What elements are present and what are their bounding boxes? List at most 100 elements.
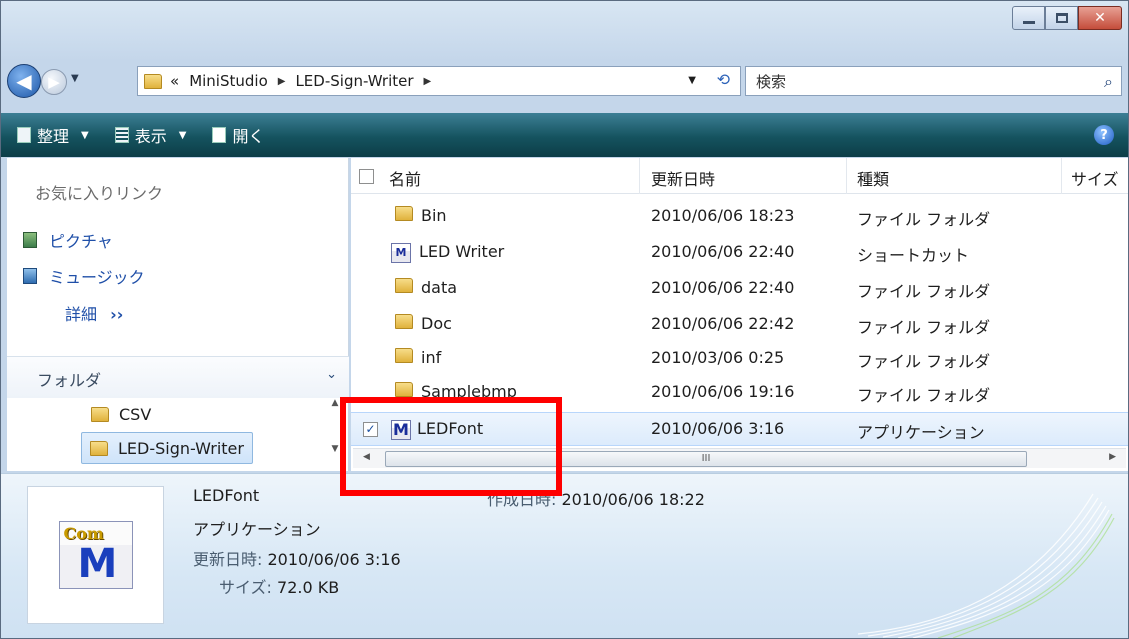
file-row[interactable]: data 2010/06/06 22:40 ファイル フォルダ bbox=[351, 272, 1128, 306]
close-button[interactable]: ✕ bbox=[1078, 6, 1122, 30]
refresh-icon[interactable]: ⟲ bbox=[717, 70, 730, 89]
maximize-icon bbox=[1055, 13, 1068, 23]
chevron-down-icon: ▼ bbox=[178, 129, 187, 141]
organize-label: 整理 bbox=[37, 127, 70, 146]
file-row[interactable]: Samplebmp 2010/06/06 19:16 ファイル フォルダ bbox=[351, 376, 1128, 410]
folders-header[interactable]: フォルダ ⌄ bbox=[7, 356, 349, 398]
forward-button[interactable]: ▶ bbox=[41, 69, 67, 95]
address-bar[interactable]: « MiniStudio ▶ LED-Sign-Writer ▶ ▼ ⟲ bbox=[137, 66, 741, 96]
column-divider[interactable] bbox=[846, 158, 847, 194]
file-name: inf bbox=[421, 348, 442, 367]
file-preview-icon: Com M bbox=[27, 486, 164, 624]
forward-arrow-icon: ▶ bbox=[48, 73, 60, 91]
scroll-right-icon[interactable]: ▶ bbox=[1109, 452, 1116, 462]
folder-icon bbox=[91, 406, 109, 422]
file-type: ファイル フォルダ bbox=[857, 318, 991, 337]
column-header-size[interactable]: サイズ bbox=[1071, 166, 1119, 190]
icon-logo-letter: M bbox=[77, 541, 118, 587]
file-row-selected[interactable]: ✓ M LEDFont 2010/06/06 3:16 アプリケーション bbox=[351, 412, 1128, 446]
application-icon: M bbox=[391, 419, 411, 440]
tree-item-csv[interactable]: CSV bbox=[83, 398, 159, 430]
details-size-label: サイズ: bbox=[219, 578, 272, 597]
favorite-label: ピクチャ bbox=[49, 232, 113, 251]
pictures-icon bbox=[23, 232, 37, 248]
chevron-right-icon[interactable]: ▶ bbox=[278, 76, 286, 87]
search-icon[interactable]: ⌕ bbox=[1104, 72, 1113, 92]
file-name: LEDFont bbox=[417, 419, 484, 438]
maximize-button[interactable] bbox=[1045, 6, 1078, 30]
file-date: 2010/06/06 22:40 bbox=[651, 242, 795, 261]
details-modified-value: 2010/06/06 3:16 bbox=[267, 550, 401, 569]
file-name: Doc bbox=[421, 314, 452, 333]
chevron-down-icon: ▼ bbox=[81, 129, 89, 141]
file-row[interactable]: M LED Writer 2010/06/06 22:40 ショートカット bbox=[351, 236, 1128, 270]
file-list: 名前 更新日時 種類 サイズ Bin 2010/06/06 18:23 ファイル… bbox=[351, 158, 1128, 471]
breadcrumb-overflow[interactable]: « bbox=[170, 72, 179, 90]
command-toolbar: 整理 ▼ 表示 ▼ 開く ? bbox=[1, 113, 1128, 157]
tree-item-led-sign-writer[interactable]: LED-Sign-Writer bbox=[81, 432, 253, 464]
column-header-row: 名前 更新日時 種類 サイズ bbox=[351, 158, 1128, 194]
organize-button[interactable]: 整理 ▼ bbox=[17, 123, 89, 147]
row-checkbox[interactable]: ✓ bbox=[363, 419, 378, 438]
back-button[interactable]: ◀ bbox=[7, 64, 41, 98]
file-date: 2010/06/06 22:40 bbox=[651, 278, 795, 297]
address-dropdown-icon[interactable]: ▼ bbox=[688, 75, 696, 86]
column-header-name[interactable]: 名前 bbox=[389, 166, 421, 190]
navigation-pane: お気に入りリンク ピクチャ ミュージック 詳細 ›› フォルダ ⌄ CSV LE… bbox=[7, 158, 349, 471]
file-name: data bbox=[421, 278, 458, 297]
file-date: 2010/06/06 18:23 bbox=[651, 206, 795, 225]
file-row[interactable]: Bin 2010/06/06 18:23 ファイル フォルダ bbox=[351, 200, 1128, 234]
close-icon: ✕ bbox=[1094, 10, 1106, 26]
recent-pages-dropdown[interactable]: ▼ bbox=[71, 73, 79, 84]
horizontal-scrollbar[interactable]: ◀ III ▶ bbox=[353, 448, 1126, 468]
favorite-label: ミュージック bbox=[49, 268, 145, 287]
help-icon[interactable]: ? bbox=[1094, 125, 1114, 145]
favorite-link-pictures[interactable]: ピクチャ bbox=[23, 228, 113, 252]
music-icon bbox=[23, 268, 37, 284]
folder-icon bbox=[395, 206, 413, 225]
favorite-link-music[interactable]: ミュージック bbox=[23, 264, 145, 288]
details-modified: 更新日時: 2010/06/06 3:16 bbox=[193, 546, 401, 570]
explorer-window: ✕ ◀ ▶ ▼ « MiniStudio ▶ LED-Sign-Writer ▶… bbox=[0, 0, 1129, 639]
nav-scrollbar[interactable]: ▲ ▼ bbox=[328, 398, 342, 470]
breadcrumb-item-led-sign-writer[interactable]: LED-Sign-Writer bbox=[295, 72, 413, 90]
chevron-down-icon: ⌄ bbox=[326, 367, 337, 382]
more-links[interactable]: 詳細 ›› bbox=[65, 301, 123, 325]
breadcrumb-item-ministudio[interactable]: MiniStudio bbox=[189, 72, 268, 90]
folder-icon bbox=[144, 73, 162, 89]
minimize-button[interactable] bbox=[1012, 6, 1045, 30]
column-divider[interactable] bbox=[639, 158, 640, 194]
file-name: Bin bbox=[421, 206, 447, 225]
views-button[interactable]: 表示 ▼ bbox=[114, 123, 187, 147]
file-type: ショートカット bbox=[857, 246, 970, 265]
search-input[interactable]: 検索 ⌕ bbox=[745, 66, 1122, 96]
minimize-icon bbox=[1022, 20, 1035, 24]
chevron-right-icon[interactable]: ▶ bbox=[424, 76, 432, 87]
file-row[interactable]: Doc 2010/06/06 22:42 ファイル フォルダ bbox=[351, 308, 1128, 342]
organize-icon bbox=[17, 127, 31, 143]
column-header-type[interactable]: 種類 bbox=[857, 166, 889, 190]
shortcut-icon: M bbox=[391, 242, 411, 263]
caption-buttons: ✕ bbox=[1012, 6, 1122, 30]
details-pane: Com M LEDFont アプリケーション 更新日時: 2010/06/06 … bbox=[1, 473, 1128, 638]
details-created-label: 作成日時: bbox=[487, 490, 557, 509]
open-button[interactable]: 開く bbox=[212, 123, 264, 147]
scrollbar-thumb[interactable]: III bbox=[385, 451, 1027, 467]
details-size-value: 72.0 KB bbox=[277, 578, 340, 597]
search-placeholder: 検索 bbox=[756, 72, 787, 91]
file-type: ファイル フォルダ bbox=[857, 210, 991, 229]
column-divider[interactable] bbox=[1061, 158, 1062, 194]
folder-icon bbox=[395, 314, 413, 333]
file-date: 2010/06/06 3:16 bbox=[651, 419, 785, 438]
open-icon bbox=[212, 127, 227, 143]
more-label: 詳細 bbox=[65, 305, 98, 324]
file-row[interactable]: inf 2010/03/06 0:25 ファイル フォルダ bbox=[351, 342, 1128, 376]
folder-icon bbox=[395, 348, 413, 367]
details-size: サイズ: 72.0 KB bbox=[219, 574, 339, 598]
checkbox-icon bbox=[359, 169, 374, 184]
scroll-left-icon[interactable]: ◀ bbox=[363, 452, 370, 462]
details-modified-label: 更新日時: bbox=[193, 550, 263, 569]
select-all-checkbox[interactable] bbox=[359, 166, 374, 185]
column-header-modified[interactable]: 更新日時 bbox=[651, 166, 715, 190]
application-icon: Com M bbox=[58, 521, 133, 589]
